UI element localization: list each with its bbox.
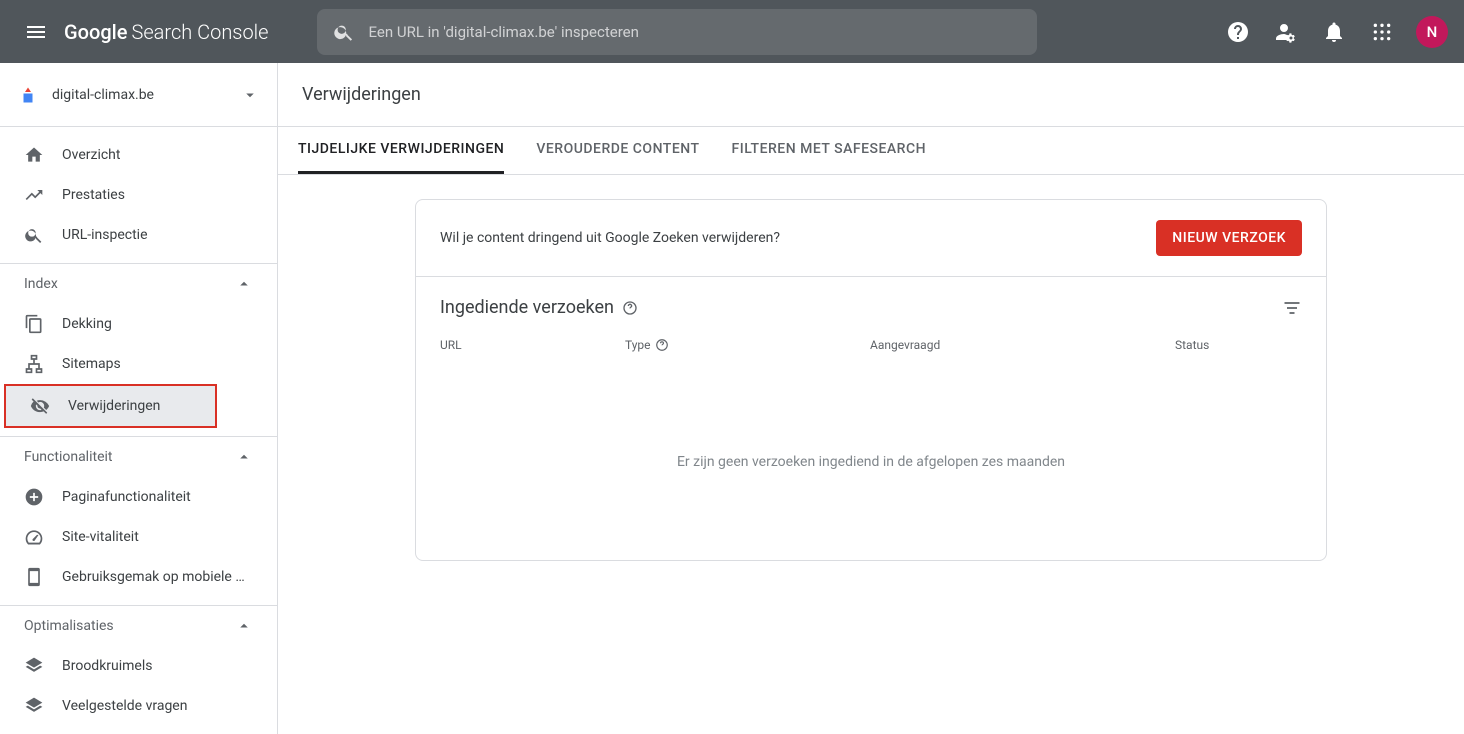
sidebar-section-enhancements[interactable]: Optimalisaties: [0, 606, 277, 646]
notifications-button[interactable]: [1314, 12, 1354, 52]
column-type: Type: [625, 338, 870, 352]
mobile-icon: [24, 567, 44, 587]
new-request-button[interactable]: NIEUW VERZOEK: [1156, 220, 1302, 256]
sidebar-item-label: Dekking: [62, 316, 112, 332]
sidebar-item-label: Site-vitaliteit: [62, 529, 139, 545]
url-inspect-search[interactable]: [317, 9, 1037, 55]
help-icon[interactable]: [622, 300, 638, 316]
tab-temporary-removals[interactable]: Tijdelijke verwijderingen: [298, 127, 504, 174]
property-icon: [18, 85, 38, 105]
page-title: Verwijderingen: [302, 84, 421, 105]
removals-card: Wil je content dringend uit Google Zoeke…: [415, 199, 1327, 561]
filter-button[interactable]: [1282, 298, 1302, 318]
sidebar-section-index[interactable]: Index: [0, 264, 277, 304]
highlighted-nav-item: Verwijderingen: [4, 384, 217, 428]
sidebar-item-performance[interactable]: Prestaties: [0, 175, 277, 215]
sidebar-item-sitemaps[interactable]: Sitemaps: [0, 344, 277, 384]
sidebar-item-url-inspection[interactable]: URL-inspectie: [0, 215, 277, 255]
speed-icon: [24, 527, 44, 547]
logo-google: Google: [64, 20, 127, 44]
home-icon: [24, 145, 44, 165]
menu-button[interactable]: [16, 12, 56, 52]
plus-circle-icon: [24, 487, 44, 507]
chevron-up-icon: [235, 448, 253, 466]
sidebar-item-label: URL-inspectie: [62, 227, 148, 243]
sidebar-item-label: Gebruiksgemak op mobiele …: [62, 569, 245, 585]
layers-icon: [24, 656, 44, 676]
visibility-off-icon: [30, 396, 50, 416]
sidebar-item-label: Verwijderingen: [68, 398, 160, 414]
sidebar-item-page-experience[interactable]: Paginafunctionaliteit: [0, 477, 277, 517]
chevron-up-icon: [235, 275, 253, 293]
tab-safesearch-filtering[interactable]: Filteren met SafeSearch: [732, 127, 927, 174]
sidebar-item-removals[interactable]: Verwijderingen: [6, 386, 215, 426]
sidebar-item-label: Sitemaps: [62, 356, 121, 372]
sidebar-item-faq[interactable]: Veelgestelde vragen: [0, 686, 277, 726]
sidebar-item-mobile-usability[interactable]: Gebruiksgemak op mobiele …: [0, 557, 277, 597]
sidebar-item-label: Broodkruimels: [62, 658, 153, 674]
search-icon: [24, 225, 44, 245]
empty-state: Er zijn geen verzoeken ingediend in de a…: [416, 364, 1326, 560]
property-label: digital-climax.be: [52, 87, 227, 103]
submitted-requests-title: Ingediende verzoeken: [440, 297, 638, 318]
removal-prompt: Wil je content dringend uit Google Zoeke…: [440, 230, 780, 246]
tabs: Tijdelijke verwijderingen Verouderde con…: [278, 127, 1464, 175]
sidebar-item-core-vitals[interactable]: Site-vitaliteit: [0, 517, 277, 557]
user-settings-button[interactable]: [1266, 12, 1306, 52]
account-avatar[interactable]: N: [1416, 16, 1448, 48]
property-selector[interactable]: digital-climax.be: [0, 63, 277, 127]
apps-button[interactable]: [1362, 12, 1402, 52]
tab-outdated-content[interactable]: Verouderde content: [536, 127, 699, 174]
page-header: Verwijderingen: [278, 63, 1464, 127]
sidebar: digital-climax.be Overzicht Prestaties U…: [0, 63, 278, 734]
sidebar-item-label: Overzicht: [62, 147, 120, 163]
sitemap-icon: [24, 354, 44, 374]
sidebar-item-label: Veelgestelde vragen: [62, 698, 187, 714]
chevron-down-icon: [241, 86, 259, 104]
logo-search-console: Search Console: [131, 20, 268, 44]
sidebar-section-functionality[interactable]: Functionaliteit: [0, 437, 277, 477]
layers-icon: [24, 696, 44, 716]
search-icon: [333, 21, 355, 43]
table-header: URL Type Aangevraagd Status: [416, 326, 1326, 364]
sidebar-item-breadcrumbs[interactable]: Broodkruimels: [0, 646, 277, 686]
help-button[interactable]: [1218, 12, 1258, 52]
column-status: Status: [1175, 338, 1302, 352]
url-inspect-input[interactable]: [369, 23, 1021, 41]
chevron-up-icon: [235, 617, 253, 635]
pages-icon: [24, 314, 44, 334]
main-content: Verwijderingen Tijdelijke verwijderingen…: [278, 63, 1464, 734]
column-requested: Aangevraagd: [870, 338, 1175, 352]
sidebar-item-label: Paginafunctionaliteit: [62, 489, 191, 505]
column-url: URL: [440, 338, 625, 352]
logo[interactable]: Google Search Console: [64, 20, 269, 44]
trending-icon: [24, 185, 44, 205]
sidebar-item-overview[interactable]: Overzicht: [0, 135, 277, 175]
app-header: Google Search Console N: [0, 0, 1464, 63]
help-icon[interactable]: [655, 338, 669, 352]
sidebar-item-label: Prestaties: [62, 187, 125, 203]
sidebar-item-coverage[interactable]: Dekking: [0, 304, 277, 344]
